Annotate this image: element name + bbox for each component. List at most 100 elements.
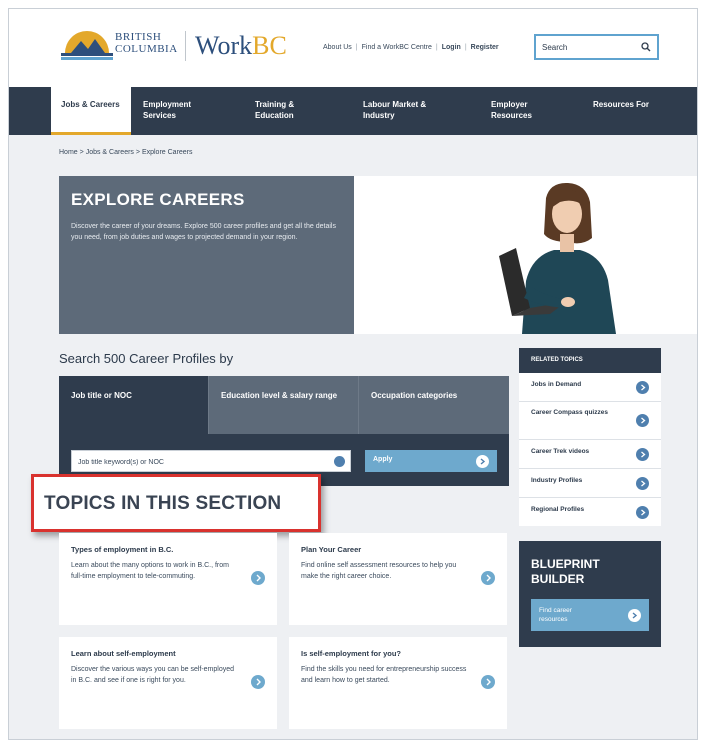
breadcrumb-separator: > bbox=[79, 149, 84, 156]
topic-card-types-of-employment[interactable]: Types of employment in B.C. Learn about … bbox=[59, 533, 277, 625]
button-label: Find career resources bbox=[539, 607, 572, 623]
apply-button[interactable]: Apply bbox=[365, 450, 497, 472]
link-separator: | bbox=[464, 44, 467, 51]
search-icon[interactable] bbox=[641, 42, 651, 52]
page-frame: British Columbia WorkBC About Us | Find a … bbox=[8, 8, 698, 740]
tab-job-title[interactable]: Job title or NOC bbox=[59, 376, 209, 434]
card-title: Learn about self-employment bbox=[71, 649, 176, 658]
nav-labour-market[interactable]: Labour Market & Industry bbox=[353, 87, 483, 135]
tab-label: Job title or NOC bbox=[71, 391, 132, 400]
arrow-right-icon bbox=[636, 477, 649, 490]
job-search-field bbox=[71, 450, 351, 473]
topic-card-plan-your-career[interactable]: Plan Your Career Find online self assess… bbox=[289, 533, 507, 625]
topics-section-heading: TOPICS IN THIS SECTION bbox=[44, 493, 282, 514]
nav-jobs-careers[interactable]: Jobs & Careers bbox=[51, 87, 131, 135]
search-input[interactable] bbox=[536, 36, 636, 58]
tab-label: Education level & salary range bbox=[221, 391, 338, 400]
card-text: Find the skills you need for entrepreneu… bbox=[301, 666, 467, 684]
breadcrumb-jobs-careers[interactable]: Jobs & Careers bbox=[86, 149, 134, 156]
breadcrumb-current: Explore Careers bbox=[141, 149, 193, 156]
breadcrumb-bar: Home > Jobs & Careers > Explore Careers bbox=[9, 135, 697, 177]
search-tabs: Job title or NOC Education level & salar… bbox=[59, 376, 509, 434]
main-nav: Jobs & Careers Employment Services Train… bbox=[9, 87, 697, 135]
card-title: Types of employment in B.C. bbox=[71, 545, 174, 554]
job-title-input[interactable] bbox=[72, 452, 322, 473]
login-link[interactable]: Login bbox=[442, 44, 461, 51]
site-header: British Columbia WorkBC About Us | Find a … bbox=[9, 9, 697, 87]
clear-input-icon[interactable] bbox=[334, 456, 345, 467]
arrow-right-icon bbox=[476, 455, 489, 468]
bc-line-columbia: Columbia bbox=[115, 43, 178, 55]
tab-education-salary[interactable]: Education level & salary range bbox=[209, 376, 359, 434]
nav-label: Labour Market & Industry bbox=[363, 100, 427, 120]
woman-with-laptop-illustration bbox=[499, 182, 616, 334]
nav-label: Employment Services bbox=[143, 100, 192, 120]
arrow-right-icon bbox=[636, 448, 649, 461]
card-text: Discover the various ways you can be sel… bbox=[71, 666, 235, 684]
nav-label: Employer Resources bbox=[491, 100, 532, 120]
hero-banner: EXPLORE CAREERS Discover the career of y… bbox=[59, 176, 354, 334]
nav-employer-resources[interactable]: Employer Resources bbox=[483, 87, 589, 135]
site-search bbox=[534, 34, 659, 60]
link-separator: | bbox=[355, 44, 358, 51]
related-item-career-trek[interactable]: Career Trek videos bbox=[519, 440, 661, 469]
arrow-right-icon bbox=[636, 506, 649, 519]
card-text: Learn about the many options to work in … bbox=[71, 562, 229, 580]
related-item-label: Jobs in Demand bbox=[531, 381, 582, 388]
nav-label: Resources For bbox=[593, 100, 650, 109]
arrow-right-icon bbox=[636, 381, 649, 394]
card-text: Find online self assessment resources to… bbox=[301, 562, 457, 580]
find-centre-link[interactable]: Find a WorkBC Centre bbox=[362, 44, 432, 51]
about-us-link[interactable]: About Us bbox=[323, 44, 352, 51]
related-item-career-compass[interactable]: Career Compass quizzes bbox=[519, 402, 661, 440]
topic-card-learn-self-employment[interactable]: Learn about self-employment Discover the… bbox=[59, 637, 277, 729]
bc-sun-logo-icon[interactable] bbox=[61, 31, 113, 61]
related-item-regional-profiles[interactable]: Regional Profiles bbox=[519, 498, 661, 527]
arrow-right-icon[interactable] bbox=[481, 675, 495, 689]
hero-photo bbox=[354, 176, 697, 334]
arrow-right-icon[interactable] bbox=[481, 571, 495, 585]
related-item-industry-profiles[interactable]: Industry Profiles bbox=[519, 469, 661, 498]
workbc-logo[interactable]: WorkBC bbox=[195, 31, 287, 61]
search-heading: Search 500 Career Profiles by bbox=[59, 351, 234, 366]
blueprint-title: BLUEPRINT BUILDER bbox=[531, 557, 600, 586]
related-item-label: Career Compass quizzes bbox=[531, 409, 608, 416]
related-topics-heading: RELATED TOPICS bbox=[519, 348, 661, 373]
nav-employment-services[interactable]: Employment Services bbox=[131, 87, 243, 135]
card-title: Plan Your Career bbox=[301, 545, 362, 554]
utility-links: About Us | Find a WorkBC Centre | Login | Regi… bbox=[321, 44, 501, 51]
hero-description: Discover the career of your dreams. Expl… bbox=[71, 223, 336, 241]
apply-label: Apply bbox=[373, 456, 393, 463]
related-item-jobs-in-demand[interactable]: Jobs in Demand bbox=[519, 373, 661, 402]
bc-line-british: British bbox=[115, 31, 162, 43]
arrow-right-icon bbox=[628, 609, 641, 622]
breadcrumb: Home > Jobs & Careers > Explore Careers bbox=[59, 149, 193, 156]
topic-card-is-self-employment-for-you[interactable]: Is self-employment for you? Find the ski… bbox=[289, 637, 507, 729]
register-link[interactable]: Register bbox=[471, 44, 499, 51]
nav-training-education[interactable]: Training & Education bbox=[243, 87, 353, 135]
card-title: Is self-employment for you? bbox=[301, 649, 402, 658]
blueprint-builder-panel: BLUEPRINT BUILDER Find career resources bbox=[519, 541, 661, 647]
tab-occupation-categories[interactable]: Occupation categories bbox=[359, 376, 509, 434]
related-item-label: Regional Profiles bbox=[531, 506, 585, 513]
arrow-right-icon[interactable] bbox=[251, 675, 265, 689]
logo-divider bbox=[185, 31, 186, 61]
arrow-right-icon[interactable] bbox=[251, 571, 265, 585]
tab-label: Occupation categories bbox=[371, 391, 458, 400]
find-career-resources-button[interactable]: Find career resources bbox=[531, 599, 649, 631]
workbc-work-text: Work bbox=[195, 31, 253, 60]
link-separator: | bbox=[435, 44, 438, 51]
nav-label: Training & Education bbox=[255, 100, 295, 120]
nav-resources-for[interactable]: Resources For bbox=[589, 87, 689, 135]
bc-wordmark: British Columbia bbox=[115, 31, 178, 55]
related-item-label: Industry Profiles bbox=[531, 477, 583, 484]
nav-label: Jobs & Careers bbox=[61, 100, 120, 109]
related-topics-panel: RELATED TOPICS Jobs in Demand Career Com… bbox=[519, 348, 661, 526]
related-item-label: Career Trek videos bbox=[531, 448, 590, 455]
arrow-right-icon bbox=[636, 414, 649, 427]
topics-callout: TOPICS IN THIS SECTION bbox=[31, 474, 321, 532]
workbc-bc-text: BC bbox=[252, 31, 287, 60]
breadcrumb-separator: > bbox=[135, 149, 140, 156]
breadcrumb-home[interactable]: Home bbox=[59, 149, 78, 156]
page-title: EXPLORE CAREERS bbox=[71, 190, 245, 209]
